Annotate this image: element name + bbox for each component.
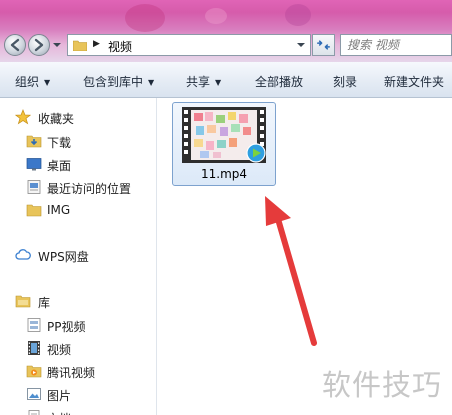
share-button[interactable]: 共享 ▼ xyxy=(186,73,221,90)
burn-button[interactable]: 刻录 xyxy=(333,73,357,90)
play-all-label: 全部播放 xyxy=(255,75,304,89)
sidebar-item-label: 桌面 xyxy=(47,159,72,173)
sidebar-item-tencent-video[interactable]: 腾讯视频 xyxy=(0,360,156,382)
sidebar-item-label: WPS网盘 xyxy=(38,250,89,264)
address-dropdown-icon[interactable] xyxy=(296,40,306,50)
sidebar-item-wps-cloud[interactable]: WPS网盘 xyxy=(0,244,156,266)
film-strip-icon xyxy=(28,341,40,355)
back-arrow-icon xyxy=(10,38,20,52)
background-decoration xyxy=(125,4,165,32)
sidebar-item-desktop[interactable]: 桌面 xyxy=(0,153,156,175)
sidebar-item-label: 文档 xyxy=(47,410,71,415)
desktop-icon xyxy=(26,158,42,171)
pictures-icon xyxy=(27,388,41,400)
organize-menu-button[interactable]: 组织 ▼ xyxy=(15,73,50,90)
sidebar-item-label: 下载 xyxy=(47,136,72,150)
watermark: 软件技巧 xyxy=(316,346,452,415)
sidebar-item-pp-video[interactable]: PP视频 xyxy=(0,314,156,336)
sidebar-item-label: 视频 xyxy=(47,343,72,357)
dropdown-caret-icon: ▼ xyxy=(44,78,51,87)
cloud-icon xyxy=(15,249,31,260)
sidebar-item-img[interactable]: IMG xyxy=(0,199,156,221)
documents-icon xyxy=(28,410,40,415)
sidebar-item-recent-places[interactable]: 最近访问的位置 xyxy=(0,176,156,198)
file-item-video[interactable]: 11.mp4 xyxy=(172,102,276,186)
sidebar-item-label: 图片 xyxy=(47,389,72,403)
recent-pages-dropdown-icon[interactable] xyxy=(52,40,62,50)
sidebar-item-libraries[interactable]: 库 xyxy=(0,290,156,312)
window-title-bar: ▶ 视频 xyxy=(0,0,452,62)
breadcrumb-separator-icon[interactable]: ▶ xyxy=(93,39,100,49)
command-toolbar: 组织 ▼ 包含到库中 ▼ 共享 ▼ 全部播放 刻录 新建文件夹 xyxy=(0,62,452,98)
sidebar-item-documents[interactable]: 文档 xyxy=(0,406,156,415)
file-list-area: 11.mp4 软件技巧 xyxy=(157,98,452,415)
back-button[interactable] xyxy=(4,34,26,56)
video-file-icon xyxy=(182,107,266,163)
search-input[interactable] xyxy=(347,37,447,53)
sidebar-item-favorites[interactable]: 收藏夹 xyxy=(0,106,156,128)
libraries-folder-icon xyxy=(15,295,31,308)
forward-arrow-icon xyxy=(34,38,44,52)
dropdown-caret-icon: ▼ xyxy=(148,78,155,87)
folder-icon xyxy=(73,40,87,51)
pp-video-library-icon xyxy=(27,318,41,332)
folder-icon xyxy=(26,204,42,217)
file-name-label: 11.mp4 xyxy=(200,167,248,181)
new-folder-label: 新建文件夹 xyxy=(384,75,445,89)
share-label: 共享 xyxy=(186,75,211,89)
sidebar-item-label: PP视频 xyxy=(47,320,86,334)
new-folder-button[interactable]: 新建文件夹 xyxy=(384,73,444,90)
downloads-folder-icon xyxy=(26,135,42,148)
include-in-library-label: 包含到库中 xyxy=(83,75,144,89)
recent-places-icon xyxy=(27,180,41,194)
organize-label: 组织 xyxy=(15,75,40,89)
burn-label: 刻录 xyxy=(333,75,358,89)
search-box[interactable] xyxy=(340,34,452,56)
star-icon xyxy=(15,109,31,125)
sidebar-item-label: 库 xyxy=(38,296,51,310)
dropdown-caret-icon: ▼ xyxy=(215,78,222,87)
sidebar-item-label: 最近访问的位置 xyxy=(47,182,132,196)
background-decoration xyxy=(205,8,227,24)
play-all-button[interactable]: 全部播放 xyxy=(255,73,303,90)
tencent-video-folder-icon xyxy=(26,365,42,378)
sidebar-item-videos[interactable]: 视频 xyxy=(0,337,156,359)
navigation-pane: 收藏夹 下载 桌面 最近访问的位置 IMG WPS网盘 库 PP视频 视频 腾讯… xyxy=(0,98,157,415)
refresh-button[interactable] xyxy=(312,34,335,56)
breadcrumb-current[interactable]: 视频 xyxy=(108,38,132,55)
sidebar-item-label: 腾讯视频 xyxy=(47,366,96,380)
sidebar-item-pictures[interactable]: 图片 xyxy=(0,383,156,405)
sidebar-item-label: 收藏夹 xyxy=(38,112,75,126)
background-decoration xyxy=(285,4,311,26)
sidebar-item-downloads[interactable]: 下载 xyxy=(0,130,156,152)
refresh-icon xyxy=(317,40,330,50)
forward-button[interactable] xyxy=(28,34,50,56)
watermark-text: 软件技巧 xyxy=(322,368,443,402)
sidebar-item-label: IMG xyxy=(47,203,71,217)
address-bar[interactable]: ▶ 视频 xyxy=(67,34,311,56)
include-in-library-button[interactable]: 包含到库中 ▼ xyxy=(83,73,154,90)
